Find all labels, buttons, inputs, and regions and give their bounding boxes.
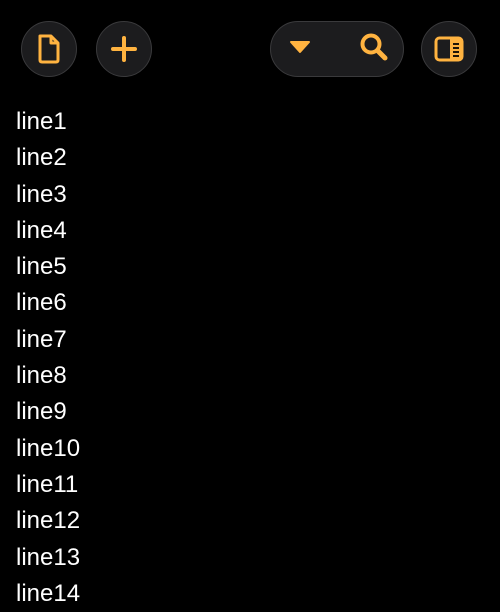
toolbar [0, 0, 500, 100]
text-line: line6 [16, 289, 67, 317]
text-line: line7 [16, 325, 67, 353]
text-line: line9 [16, 398, 67, 426]
search-button[interactable] [345, 22, 403, 76]
text-line: line2 [16, 144, 67, 172]
plus-icon [110, 35, 138, 63]
magnifier-icon [359, 32, 389, 67]
triangle-down-icon [289, 40, 311, 59]
text-line: line4 [16, 216, 67, 244]
text-line: line3 [16, 180, 67, 208]
document-icon [36, 34, 62, 64]
text-line: line5 [16, 253, 67, 281]
text-line: line11 [16, 470, 79, 498]
text-line: line1 [16, 108, 67, 135]
search-options-dropdown[interactable] [271, 22, 329, 76]
editor-text-area[interactable]: line1 line2 line3 line4 line5 line6 line… [16, 104, 80, 612]
text-line: line10 [16, 434, 81, 462]
add-button[interactable] [96, 21, 152, 77]
new-document-button[interactable] [21, 21, 77, 77]
search-group [270, 21, 404, 77]
sidebar-toggle-icon [434, 36, 464, 62]
text-line: line13 [16, 543, 81, 571]
text-line: line12 [16, 507, 81, 535]
text-line: line8 [16, 362, 67, 390]
sidebar-toggle-button[interactable] [421, 21, 477, 77]
